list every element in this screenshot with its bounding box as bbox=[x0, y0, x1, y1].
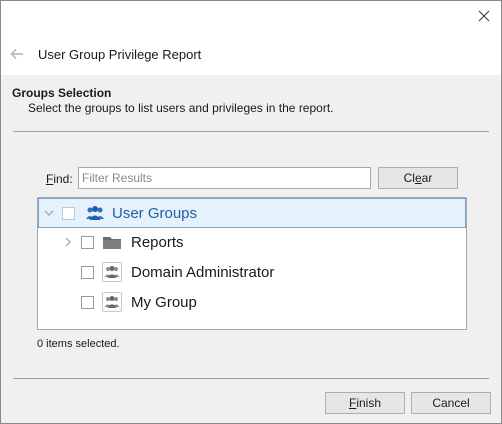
tree-item-label: Domain Administrator bbox=[131, 264, 275, 281]
back-arrow-icon bbox=[10, 49, 23, 59]
clear-label-part: Cl bbox=[403, 171, 415, 185]
divider bbox=[13, 378, 489, 379]
clear-label-part: ar bbox=[421, 171, 433, 185]
group-icon bbox=[102, 262, 122, 282]
chevron-down-icon[interactable] bbox=[43, 207, 55, 219]
cancel-button[interactable]: Cancel bbox=[411, 392, 491, 414]
tree-item-reports[interactable]: Reports bbox=[38, 228, 466, 258]
finish-label-text: inish bbox=[356, 396, 382, 410]
clear-button[interactable]: Cl e ar bbox=[378, 167, 458, 189]
finish-label-accelerator: F bbox=[348, 396, 357, 410]
dialog-title: User Group Privilege Report bbox=[38, 47, 202, 62]
find-label-text: ind: bbox=[53, 172, 73, 186]
back-button[interactable] bbox=[8, 45, 26, 63]
clear-label-accelerator: e bbox=[414, 171, 422, 185]
folder-icon bbox=[102, 232, 122, 252]
group-icon bbox=[102, 292, 122, 312]
tree-item-label: My Group bbox=[131, 294, 197, 311]
find-label: Find: bbox=[46, 172, 73, 186]
tree-item-checkbox[interactable] bbox=[81, 266, 94, 279]
chevron-right-icon[interactable] bbox=[62, 236, 74, 248]
tree-item-label: User Groups bbox=[112, 205, 198, 222]
dialog-footer: Finish Cancel bbox=[1, 383, 501, 423]
user-group-icon bbox=[85, 203, 105, 223]
tree-item-my-group[interactable]: My Group bbox=[38, 288, 466, 318]
tree-item-checkbox[interactable] bbox=[81, 296, 94, 309]
section-description: Select the groups to list users and priv… bbox=[28, 101, 334, 115]
tree-item-checkbox[interactable] bbox=[62, 207, 75, 220]
group-tree: User Groups Reports Domain Administrator… bbox=[37, 197, 467, 330]
tree-item-checkbox[interactable] bbox=[81, 236, 94, 249]
tree-item-label: Reports bbox=[131, 234, 184, 251]
cancel-label: Cancel bbox=[432, 396, 470, 410]
finish-button[interactable]: Finish bbox=[325, 392, 405, 414]
tree-item-domain-administrator[interactable]: Domain Administrator bbox=[38, 258, 466, 288]
dialog-header: User Group Privilege Report bbox=[1, 37, 501, 75]
section-title: Groups Selection bbox=[12, 86, 112, 100]
content-panel: Groups Selection Select the groups to li… bbox=[1, 75, 501, 383]
tree-item-user-groups[interactable]: User Groups bbox=[38, 198, 466, 228]
divider bbox=[13, 131, 489, 132]
dialog-window: User Group Privilege Report Groups Selec… bbox=[0, 0, 502, 424]
selection-status: 0 items selected. bbox=[37, 338, 120, 350]
close-button[interactable] bbox=[475, 7, 493, 25]
filter-input[interactable] bbox=[78, 167, 371, 189]
close-icon bbox=[478, 10, 490, 22]
